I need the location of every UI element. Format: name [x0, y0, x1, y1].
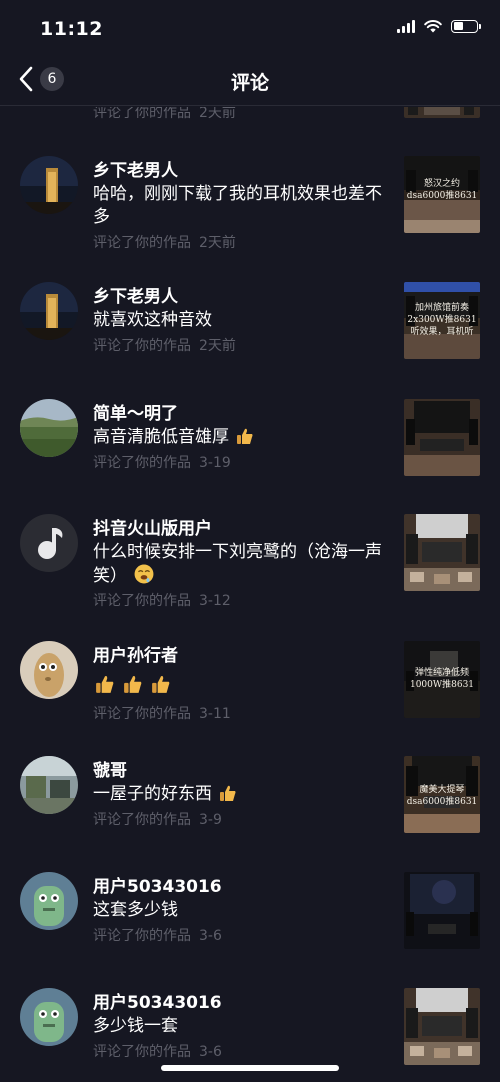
comment-meta: 评论了你的作品 2天前 — [93, 107, 236, 122]
comment-date: 3-6 — [199, 1044, 222, 1060]
video-thumbnail[interactable]: 弹性纯净低频 1000W推8631 — [404, 641, 480, 718]
avatar[interactable] — [20, 988, 78, 1046]
thumbnail-caption: 加州旅馆前奏 2x300W推8631 听效果，耳机听 — [407, 303, 477, 337]
avatar[interactable] — [20, 641, 78, 699]
comment-date: 2天前 — [199, 107, 236, 121]
drooling-face-emoji — [134, 564, 154, 584]
comment-text-content: 一屋子的好东西 — [93, 784, 212, 804]
comment-text: 就喜欢这种音效 — [93, 310, 212, 330]
home-indicator[interactable] — [161, 1065, 339, 1071]
emoji-row — [93, 674, 393, 694]
comment-date: 2天前 — [199, 235, 236, 251]
comment-meta: 评论了你的作品 3-6 — [93, 1041, 222, 1061]
comment-text: 什么时候安排一下刘亮鹭的（沧海一声笑） — [93, 541, 393, 588]
avatar[interactable] — [20, 156, 78, 214]
nav-bar: 6 评论 — [0, 56, 500, 106]
comment-meta: 评论了你的作品 3-9 — [93, 809, 222, 829]
list-item[interactable]: 抖音火山版用户 什么时候安排一下刘亮鹭的（沧海一声笑） 评论了你的作品 3-12 — [0, 514, 500, 632]
username[interactable]: 用户孙行者 — [93, 641, 178, 666]
comment-date: 3-6 — [199, 928, 222, 944]
username[interactable]: 简单～明了 — [93, 399, 178, 424]
avatar[interactable] — [20, 872, 78, 930]
comment-list[interactable]: 评论了你的作品 2天前 乡下老男人 哈哈，刚刚下载了我的耳机效果也差不多 评论了… — [0, 107, 500, 1082]
comment-action: 评论了你的作品 — [93, 235, 191, 251]
list-item[interactable]: 用户50343016 这套多少钱 评论了你的作品 3-6 — [0, 872, 500, 990]
list-item[interactable]: 乡下老男人 就喜欢这种音效 评论了你的作品 2天前 加州旅馆前奏 2x300W推86… — [0, 282, 500, 400]
comment-date: 3-19 — [199, 455, 231, 471]
comment-meta: 评论了你的作品 2天前 — [93, 232, 236, 252]
comment-meta: 评论了你的作品 3-11 — [93, 703, 231, 723]
comment-meta: 评论了你的作品 3-12 — [93, 590, 231, 610]
username[interactable]: 虢哥 — [93, 756, 127, 781]
battery-icon — [451, 19, 481, 33]
comment-text — [93, 668, 393, 694]
comment-action: 评论了你的作品 — [93, 706, 191, 722]
thumbnail-caption: 魔美大提琴 dsa6000推8631 — [406, 785, 478, 807]
list-item[interactable]: 虢哥 一屋子的好东西 评论了你的作品 3-9 魔美大提琴 dsa6000推8631 — [0, 756, 500, 874]
comment-date: 3-12 — [199, 593, 231, 609]
list-item[interactable]: 用户孙行者 评论了你的作品 3-11 弹性纯净低频 1000W推8631 — [0, 641, 500, 759]
video-thumbnail[interactable]: 加州旅馆前奏 2x300W推8631 听效果，耳机听 — [404, 282, 480, 359]
comment-action: 评论了你的作品 — [93, 928, 191, 944]
comment-text: 一屋子的好东西 — [93, 783, 393, 806]
thumbs-up-emoji — [152, 675, 170, 693]
comment-text: 多少钱一套 — [93, 1016, 178, 1036]
thumbs-up-emoji — [237, 428, 253, 444]
comment-action: 评论了你的作品 — [93, 812, 191, 828]
list-item[interactable]: 乡下老男人 哈哈，刚刚下载了我的耳机效果也差不多 评论了你的作品 2天前 怒汉之约… — [0, 156, 500, 274]
video-thumbnail[interactable] — [404, 514, 480, 591]
comment-action: 评论了你的作品 — [93, 1044, 191, 1060]
comment-date: 3-11 — [199, 706, 231, 722]
comment-text: 高音清脆低音雄厚 — [93, 426, 393, 449]
list-item-partial[interactable]: 评论了你的作品 2天前 — [0, 107, 500, 121]
list-item[interactable]: 简单～明了 高音清脆低音雄厚 评论了你的作品 3-19 — [0, 399, 500, 517]
comment-action: 评论了你的作品 — [93, 593, 191, 609]
thumbs-up-emoji — [96, 675, 114, 693]
video-thumbnail[interactable] — [404, 107, 480, 118]
thumbs-up-emoji — [220, 785, 236, 801]
comment-meta: 评论了你的作品 3-6 — [93, 925, 222, 945]
video-thumbnail[interactable]: 怒汉之约 dsa6000推8631 — [404, 156, 480, 233]
comment-action: 评论了你的作品 — [93, 455, 191, 471]
comment-date: 2天前 — [199, 338, 236, 354]
avatar[interactable] — [20, 282, 78, 340]
status-icons — [397, 19, 481, 33]
comment-action: 评论了你的作品 — [93, 107, 191, 121]
video-thumbnail[interactable] — [404, 988, 480, 1065]
status-time: 11:12 — [40, 18, 103, 40]
comment-text: 这套多少钱 — [93, 900, 178, 920]
username[interactable]: 用户50343016 — [93, 988, 222, 1013]
wifi-icon — [424, 20, 442, 33]
status-bar: 11:12 — [0, 0, 500, 56]
username[interactable]: 抖音火山版用户 — [93, 514, 212, 539]
comment-text-content: 高音清脆低音雄厚 — [93, 427, 229, 447]
page-title: 评论 — [230, 72, 269, 94]
username[interactable]: 用户50343016 — [93, 872, 222, 897]
comment-meta: 评论了你的作品 2天前 — [93, 335, 236, 355]
avatar[interactable] — [20, 399, 78, 457]
comment-date: 3-9 — [199, 812, 222, 828]
username[interactable]: 乡下老男人 — [93, 156, 178, 181]
avatar[interactable] — [20, 756, 78, 814]
comment-action: 评论了你的作品 — [93, 338, 191, 354]
video-thumbnail[interactable]: 魔美大提琴 dsa6000推8631 — [404, 756, 480, 833]
thumbnail-caption: 怒汉之约 dsa6000推8631 — [406, 179, 478, 201]
comment-text: 哈哈，刚刚下载了我的耳机效果也差不多 — [93, 184, 382, 227]
username[interactable]: 乡下老男人 — [93, 282, 178, 307]
cellular-signal-icon — [397, 19, 415, 33]
video-thumbnail[interactable] — [404, 872, 480, 949]
comment-meta: 评论了你的作品 3-19 — [93, 452, 231, 472]
video-thumbnail[interactable] — [404, 399, 480, 476]
thumbs-up-emoji — [124, 675, 142, 693]
thumbnail-caption: 弹性纯净低频 1000W推8631 — [409, 668, 475, 690]
avatar[interactable] — [20, 514, 78, 572]
